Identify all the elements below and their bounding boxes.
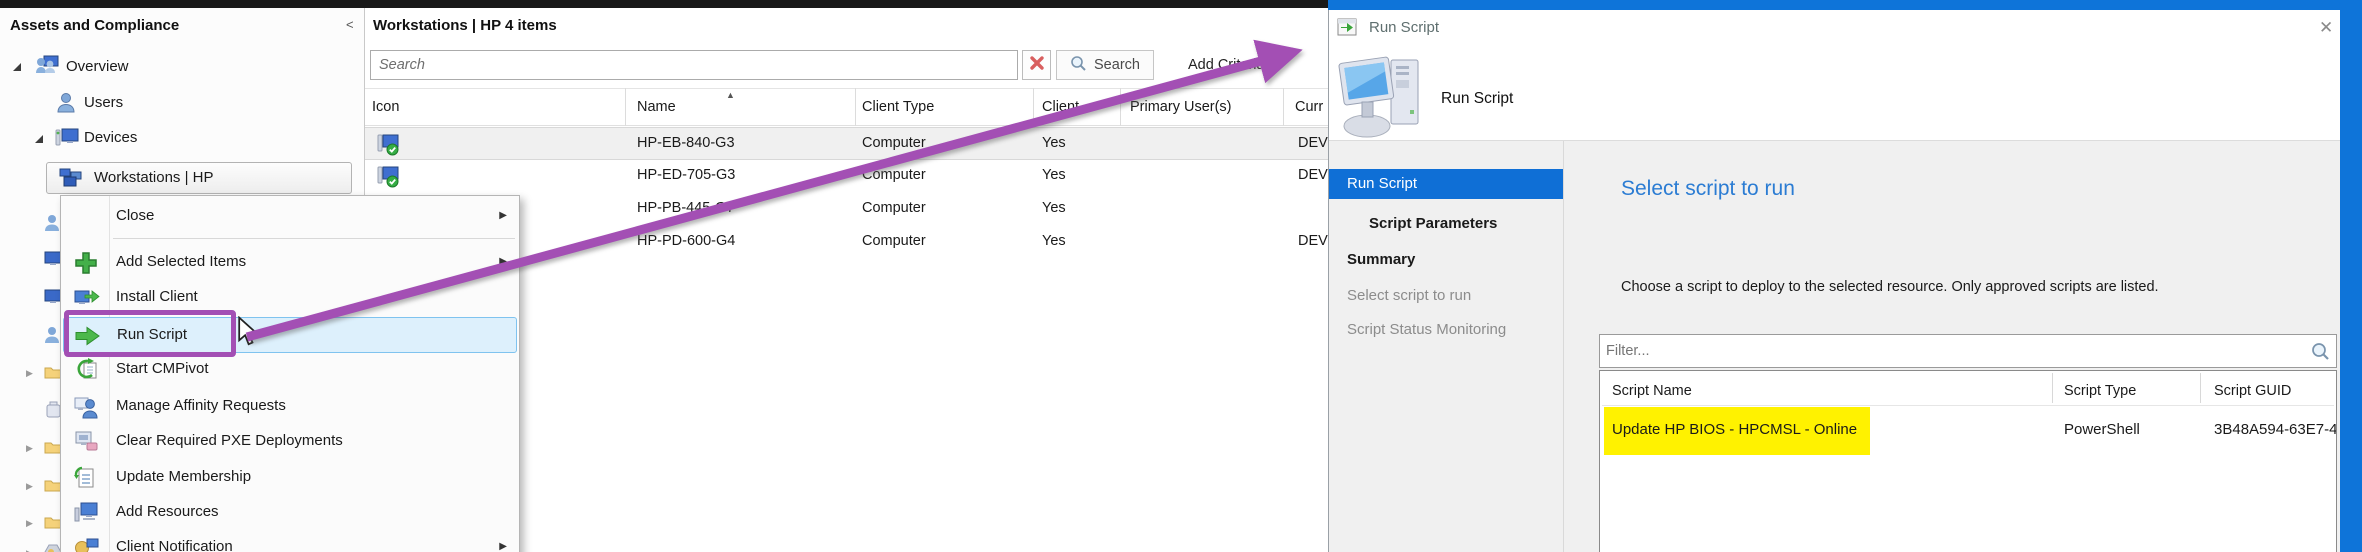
close-icon[interactable]: ✕ [2319, 18, 2333, 38]
sidebar-item-users[interactable]: Users [84, 94, 123, 111]
window-frame-right [2340, 0, 2362, 552]
page-description: Choose a script to deploy to the selecte… [1621, 279, 2159, 295]
collection-icon [58, 167, 84, 194]
tree-expand-icon[interactable]: ▶ [26, 518, 33, 529]
add-plus-icon [74, 251, 100, 275]
wizard-titlebar[interactable]: Run Script ✕ [1329, 10, 2340, 46]
add-resources-icon [74, 501, 100, 525]
submenu-arrow-icon: ▶ [499, 541, 507, 552]
panel-title: Assets and Compliance [10, 17, 179, 34]
column-header-client[interactable]: Client [1042, 99, 1079, 115]
mouse-cursor [236, 316, 260, 353]
column-header-current[interactable]: Curr [1295, 99, 1323, 115]
sidebar-item-workstations-hp-label: Workstations | HP [94, 169, 214, 186]
wizard-nav-run-script[interactable]: Run Script [1329, 169, 1563, 199]
tree-expand-icon[interactable]: ▶ [26, 548, 33, 552]
update-membership-icon [74, 466, 100, 490]
annotation-highlight-box [64, 310, 236, 357]
devices-icon [54, 126, 80, 155]
menu-item-start-cmpivot[interactable]: Start CMPivot [63, 353, 517, 387]
computer-banner-icon [1337, 52, 1433, 145]
overview-icon [34, 54, 60, 81]
tree-expand-icon[interactable]: ▶ [26, 368, 33, 379]
sort-ascending-icon: ▲ [726, 90, 735, 100]
search-icon[interactable] [2311, 342, 2330, 366]
submenu-arrow-icon: ▶ [499, 256, 507, 267]
users-icon [56, 92, 76, 119]
add-criteria-button[interactable]: Add Criteria▼ [1188, 57, 1278, 73]
sidebar-item-devices[interactable]: Devices [84, 129, 137, 146]
tree-expand-icon[interactable]: ▶ [26, 481, 33, 492]
script-filter-box [1599, 334, 2337, 368]
run-script-wizard-window: Run Script ✕ Run Script Run Scr [1328, 10, 2340, 552]
expander-icon[interactable] [34, 134, 44, 144]
menu-item-update-membership[interactable]: Update Membership [63, 461, 517, 495]
menu-separator [113, 238, 515, 239]
menu-item-clear-required-pxe-deployments[interactable]: Clear Required PXE Deployments [63, 425, 517, 459]
script-table: Script Name Script Type Script GUID Upda… [1599, 370, 2337, 552]
column-header-icon[interactable]: Icon [372, 99, 399, 115]
context-menu: Close ▶ Add Selected Items ▶ Install Cli… [60, 195, 520, 552]
clear-x-icon [1029, 55, 1045, 76]
tree-bin-icon [46, 401, 61, 423]
list-title: Workstations | HP 4 items [373, 17, 557, 34]
wizard-nav-select-script[interactable]: Select script to run [1347, 287, 1471, 304]
search-button-label: Search [1094, 57, 1140, 73]
wizard-nav-summary[interactable]: Summary [1347, 251, 1415, 268]
window-frame-top [1328, 0, 2362, 10]
device-status-icon [376, 132, 400, 161]
install-client-icon [74, 286, 100, 310]
search-icon [1070, 55, 1087, 76]
table-row[interactable]: HP-EB-840-G3 Computer Yes DEV [365, 127, 1328, 160]
submenu-arrow-icon: ▶ [499, 210, 507, 221]
page-title: Select script to run [1621, 177, 1795, 201]
menu-item-add-selected-items[interactable]: Add Selected Items ▶ [63, 246, 517, 280]
clear-search-button[interactable] [1022, 50, 1051, 80]
column-header-client-type[interactable]: Client Type [862, 99, 934, 115]
script-row[interactable]: Update HP BIOS - HPCMSL - Online PowerSh… [1600, 371, 2336, 467]
cmpivot-icon [74, 358, 100, 382]
wizard-title: Run Script [1369, 19, 1439, 36]
client-notification-icon [74, 536, 100, 552]
screen: Assets and Compliance < Overview Users D… [0, 0, 2362, 552]
wizard-nav-script-status-monitoring[interactable]: Script Status Monitoring [1347, 321, 1506, 338]
menu-item-add-resources[interactable]: Add Resources [63, 496, 517, 530]
column-header-primary-users[interactable]: Primary User(s) [1130, 99, 1232, 115]
menu-item-manage-affinity-requests[interactable]: Manage Affinity Requests [63, 390, 517, 424]
menu-item-client-notification[interactable]: Client Notification ▶ [63, 531, 517, 552]
filter-input[interactable] [1606, 338, 2296, 364]
menu-item-close[interactable]: Close ▶ [63, 200, 517, 234]
wizard-content: Run Script Script Parameters Summary Sel… [1329, 140, 2340, 552]
collapse-panel-icon[interactable]: < [346, 17, 354, 32]
wizard-nav-script-parameters[interactable]: Script Parameters [1369, 215, 1497, 232]
device-status-icon [376, 164, 400, 193]
search-button[interactable]: Search [1056, 50, 1154, 80]
top-dark-strip [0, 0, 1328, 8]
sidebar-item-overview[interactable]: Overview [66, 58, 129, 75]
expander-icon[interactable] [12, 62, 22, 72]
search-input[interactable] [370, 50, 1018, 80]
column-header-name[interactable]: Name [637, 99, 676, 115]
chevron-down-icon: ▼ [1271, 62, 1279, 71]
affinity-icon [74, 395, 100, 419]
tree-expand-icon[interactable]: ▶ [26, 443, 33, 454]
run-script-window-icon [1337, 18, 1357, 41]
wizard-banner-title: Run Script [1441, 90, 1513, 108]
table-row[interactable]: HP-ED-705-G3 Computer Yes DEV [365, 160, 1328, 193]
pxe-icon [74, 430, 100, 454]
